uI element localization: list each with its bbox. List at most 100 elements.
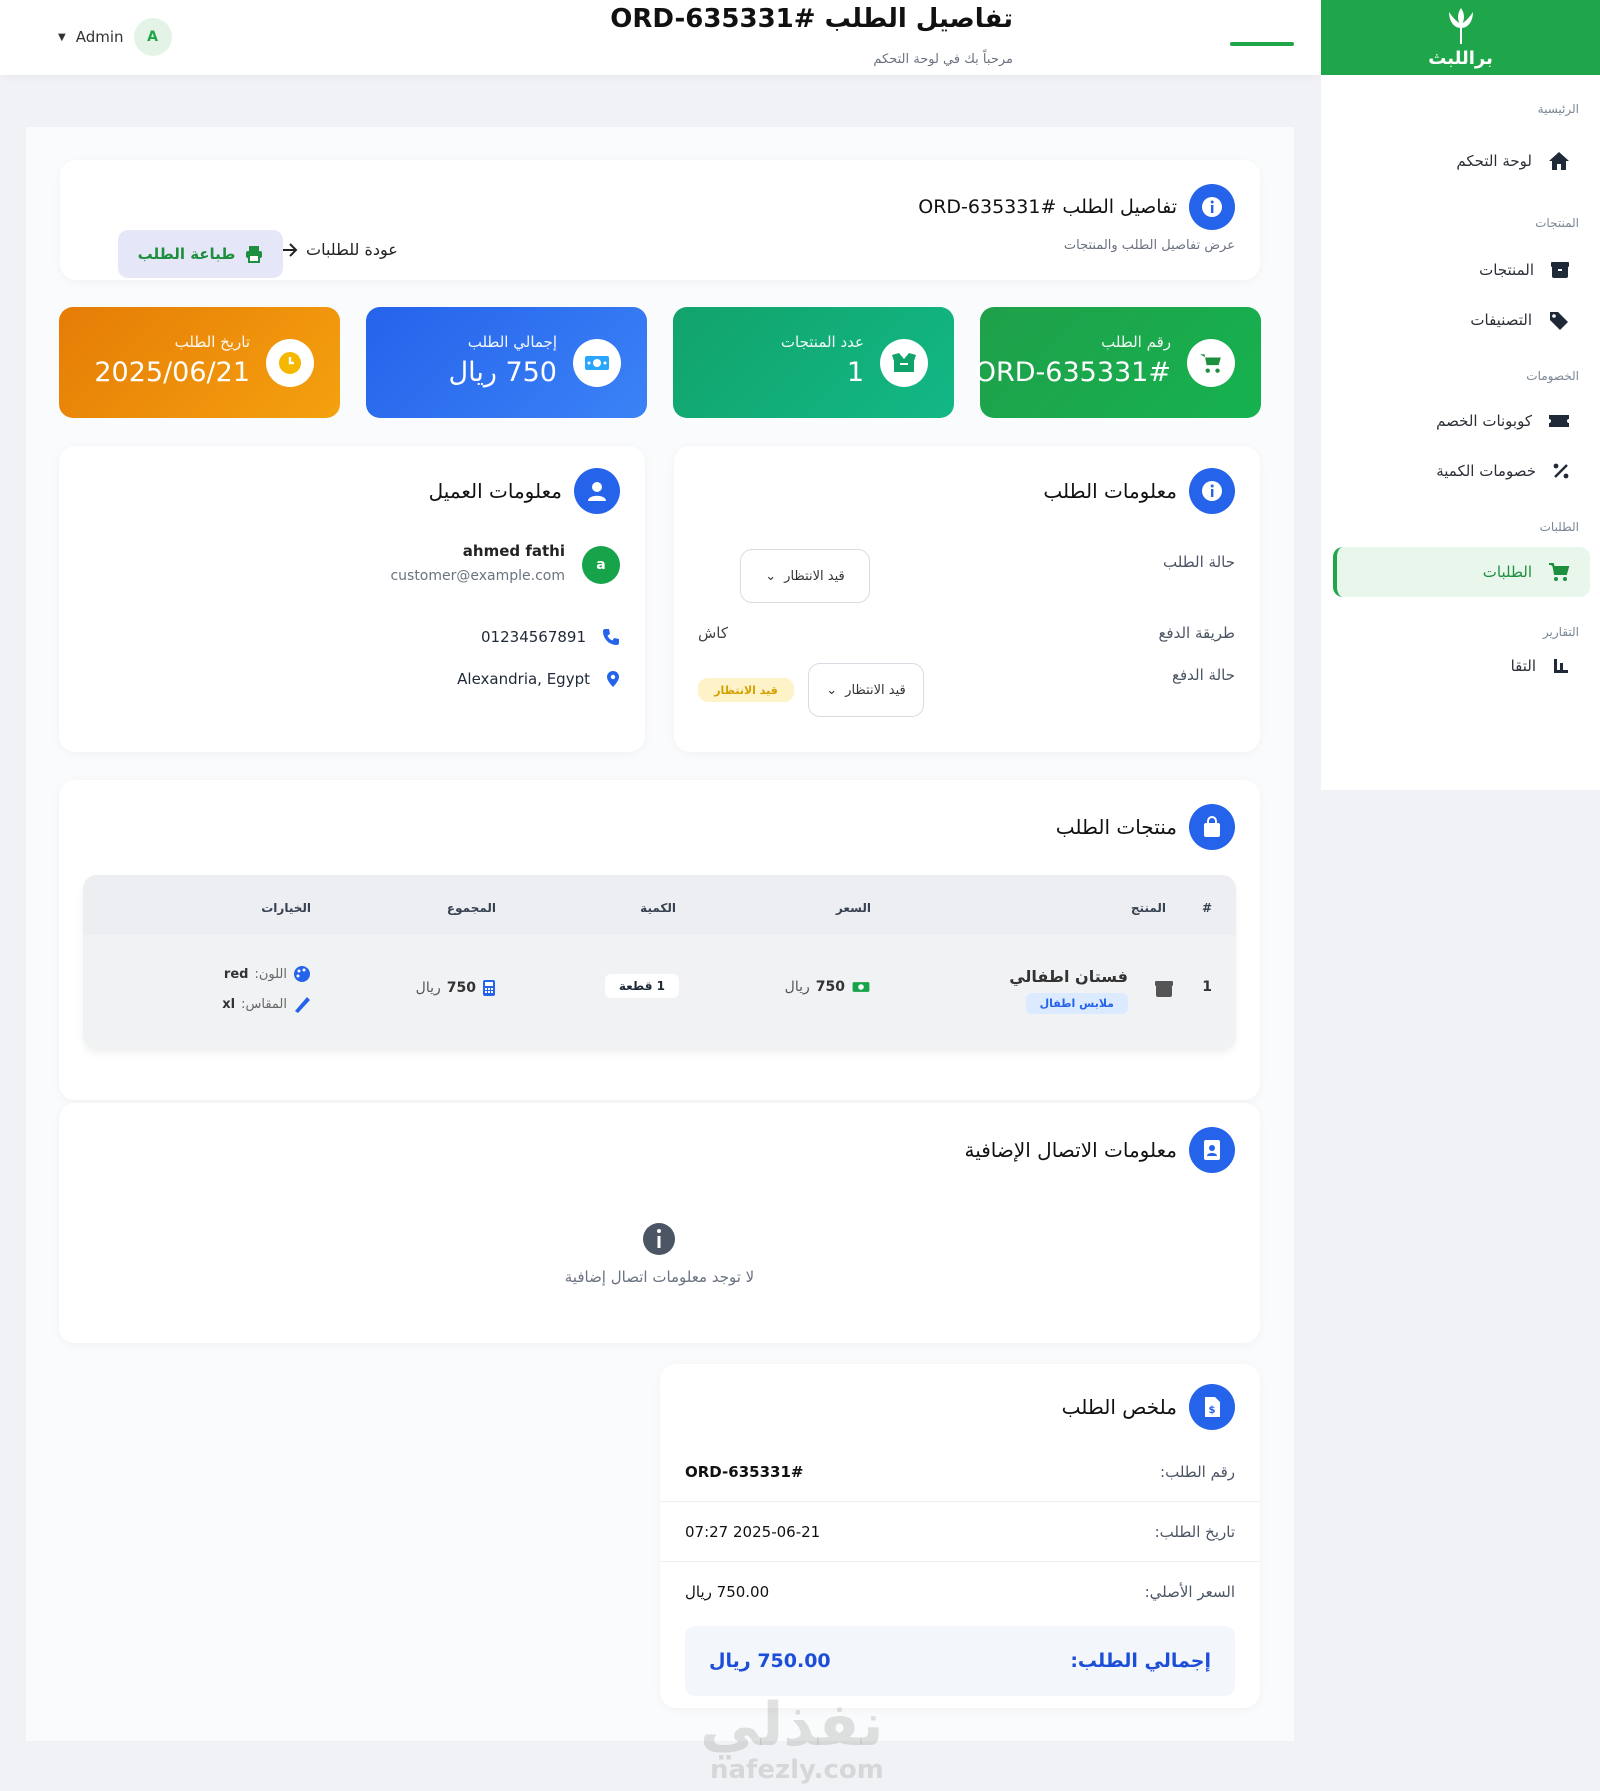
column-header: المنتج [1130, 901, 1166, 915]
map-pin-icon [607, 671, 619, 687]
chevron-down-icon: ▼ [58, 31, 66, 43]
summary-row-value: 2025-06-21 07:27 [685, 1522, 821, 1541]
summary-total-label: إجمالي الطلب: [1070, 1650, 1211, 1672]
brand-name: براللبث [1428, 48, 1493, 69]
details-title: تفاصيل الطلب #ORD-635331 [918, 196, 1177, 218]
stat-label: رقم الطلب [1101, 333, 1171, 351]
svg-text:$: $ [1209, 1405, 1216, 1416]
title-underline [1230, 42, 1294, 46]
address-book-icon [1189, 1127, 1235, 1173]
printer-icon [246, 246, 263, 263]
option-size: المقاس: xl [222, 995, 311, 1013]
customer-info-title: معلومات العميل [428, 479, 562, 503]
page-subtitle: مرحباً بك في لوحة التحكم [873, 52, 1013, 67]
sidebar-item-label: كوبونات الخصم [1436, 412, 1532, 430]
summary-row-label: السعر الأصلي: [1144, 1583, 1235, 1601]
order-status-select[interactable]: قيد الانتظار ⌄ [740, 549, 870, 603]
stat-label: إجمالي الطلب [467, 333, 557, 351]
product-name[interactable]: فستان اطفالي [1009, 967, 1128, 986]
sidebar-item-orders[interactable]: الطلبات [1333, 547, 1590, 597]
customer-info-card: معلومات العميل a ahmed fathi customer@ex… [59, 446, 645, 752]
stat-value: 2025/06/21 [94, 357, 250, 388]
quantity-badge: 1 قطعة [604, 974, 679, 998]
order-info-title: معلومات الطلب [1043, 479, 1177, 503]
sidebar-section-reports: التقارير [1542, 625, 1579, 639]
order-info-card: معلومات الطلب حالة الطلب قيد الانتظار ⌄ … [674, 446, 1260, 752]
stat-value: #ORD-635331 [974, 357, 1171, 388]
summary-row: السعر الأصلي: 750.00 ريال [660, 1562, 1260, 1622]
size-value: xl [222, 996, 236, 1012]
sidebar-item-label: التقا [1510, 657, 1536, 675]
clock-icon [266, 339, 314, 387]
back-label: عودة للطلبات [306, 240, 398, 259]
sidebar: براللبث الرئيسية لوحة التحكم المنتجات ال… [1321, 0, 1600, 790]
open-box-icon [880, 339, 928, 387]
payment-status-value: قيد الانتظار [845, 682, 906, 698]
payment-status-badge: قيد الانتظار [698, 678, 794, 702]
row-index: 1 [1202, 979, 1212, 995]
tags-icon [1550, 312, 1568, 330]
chevron-down-icon: ⌄ [826, 682, 838, 698]
back-to-orders-button[interactable]: عودة للطلبات [280, 240, 398, 259]
info-icon [1189, 468, 1235, 514]
sidebar-item-dashboard[interactable]: لوحة التحكم [1333, 136, 1590, 186]
summary-total-value: 750.00 ريال [709, 1650, 831, 1672]
sidebar-section-discounts: الخصومات [1526, 369, 1579, 383]
customer-name: ahmed fathi [462, 542, 565, 560]
summary-row-label: تاريخ الطلب: [1154, 1522, 1235, 1541]
contact-title: معلومات الاتصال الإضافية [964, 1138, 1177, 1162]
info-icon [643, 1223, 675, 1255]
stat-order-number: رقم الطلب #ORD-635331 [975, 307, 1261, 418]
sidebar-item-coupons[interactable]: كوبونات الخصم [1333, 396, 1590, 446]
avatar: A [133, 18, 172, 56]
box-icon [1155, 981, 1173, 997]
box-icon [1551, 262, 1569, 278]
sidebar-section-main: الرئيسية [1537, 102, 1579, 116]
page-title: تفاصيل الطلب #ORD-635331 [610, 4, 1013, 34]
order-status-label: حالة الطلب [1163, 553, 1235, 571]
payment-method-label: طريقة الدفع [1158, 624, 1235, 642]
table-row: 1 فستان اطفالي ملابس اطفال 750 ريال 1 قط… [83, 935, 1236, 1050]
customer-email: customer@example.com [390, 568, 565, 584]
summary-total: إجمالي الطلب: 750.00 ريال [685, 1626, 1235, 1696]
sidebar-item-reports[interactable]: التقا [1333, 657, 1590, 681]
percent-icon [1553, 463, 1569, 479]
sidebar-item-label: المنتجات [1479, 261, 1534, 279]
details-header-card: تفاصيل الطلب #ORD-635331 عرض تفاصيل الطل… [60, 160, 1260, 280]
cart-icon [1549, 563, 1570, 581]
calculator-icon [483, 980, 495, 996]
stat-order-date: تاريخ الطلب 2025/06/21 [59, 307, 340, 418]
contact-empty-message: لا توجد معلومات اتصال إضافية [564, 1268, 755, 1286]
size-label: المقاس: [241, 996, 287, 1012]
watermark: نفذلي [700, 1690, 884, 1760]
sidebar-item-products[interactable]: المنتجات [1333, 245, 1590, 295]
column-header: المجموع [446, 901, 496, 915]
palette-icon [294, 966, 310, 982]
brand-logo[interactable]: براللبث [1321, 0, 1600, 75]
stat-value: 750 ريال [448, 357, 557, 388]
payment-status-label: حالة الدفع [1172, 666, 1235, 684]
customer-phone-row: 01234567891 [481, 628, 620, 646]
total-amount: 750 [446, 980, 476, 996]
summary-row: رقم الطلب: #ORD-635331 [660, 1442, 1260, 1502]
sidebar-item-label: الطلبات [1482, 563, 1532, 581]
payment-status-select[interactable]: قيد الانتظار ⌄ [808, 663, 924, 717]
top-header: تفاصيل الطلب #ORD-635331 مرحباً بك في لو… [0, 0, 1321, 75]
print-order-button[interactable]: طباعة الطلب [118, 230, 283, 278]
summary-card: $ ملخص الطلب رقم الطلب: #ORD-635331 تاري… [660, 1364, 1260, 1708]
sidebar-item-categories[interactable]: التصنيفات [1333, 295, 1590, 345]
sidebar-item-label: خصومات الكمية [1436, 462, 1536, 480]
price-cell: 750 ريال [785, 979, 871, 995]
customer-address-row: Alexandria, Egypt [457, 670, 620, 688]
cart-icon [1187, 339, 1235, 387]
stat-order-total: إجمالي الطلب 750 ريال [366, 307, 647, 418]
stat-label: تاريخ الطلب [174, 333, 250, 351]
option-color: اللون: red [224, 965, 311, 983]
watermark-url: nafezly.com [710, 1755, 884, 1785]
ruler-icon [295, 997, 310, 1013]
sidebar-item-quantity-discounts[interactable]: خصومات الكمية [1333, 446, 1590, 496]
customer-phone[interactable]: 01234567891 [481, 628, 586, 646]
total-currency: ريال [415, 980, 441, 996]
column-header: الخيارات [261, 901, 311, 915]
user-menu[interactable]: ▼ Admin A [58, 18, 172, 56]
